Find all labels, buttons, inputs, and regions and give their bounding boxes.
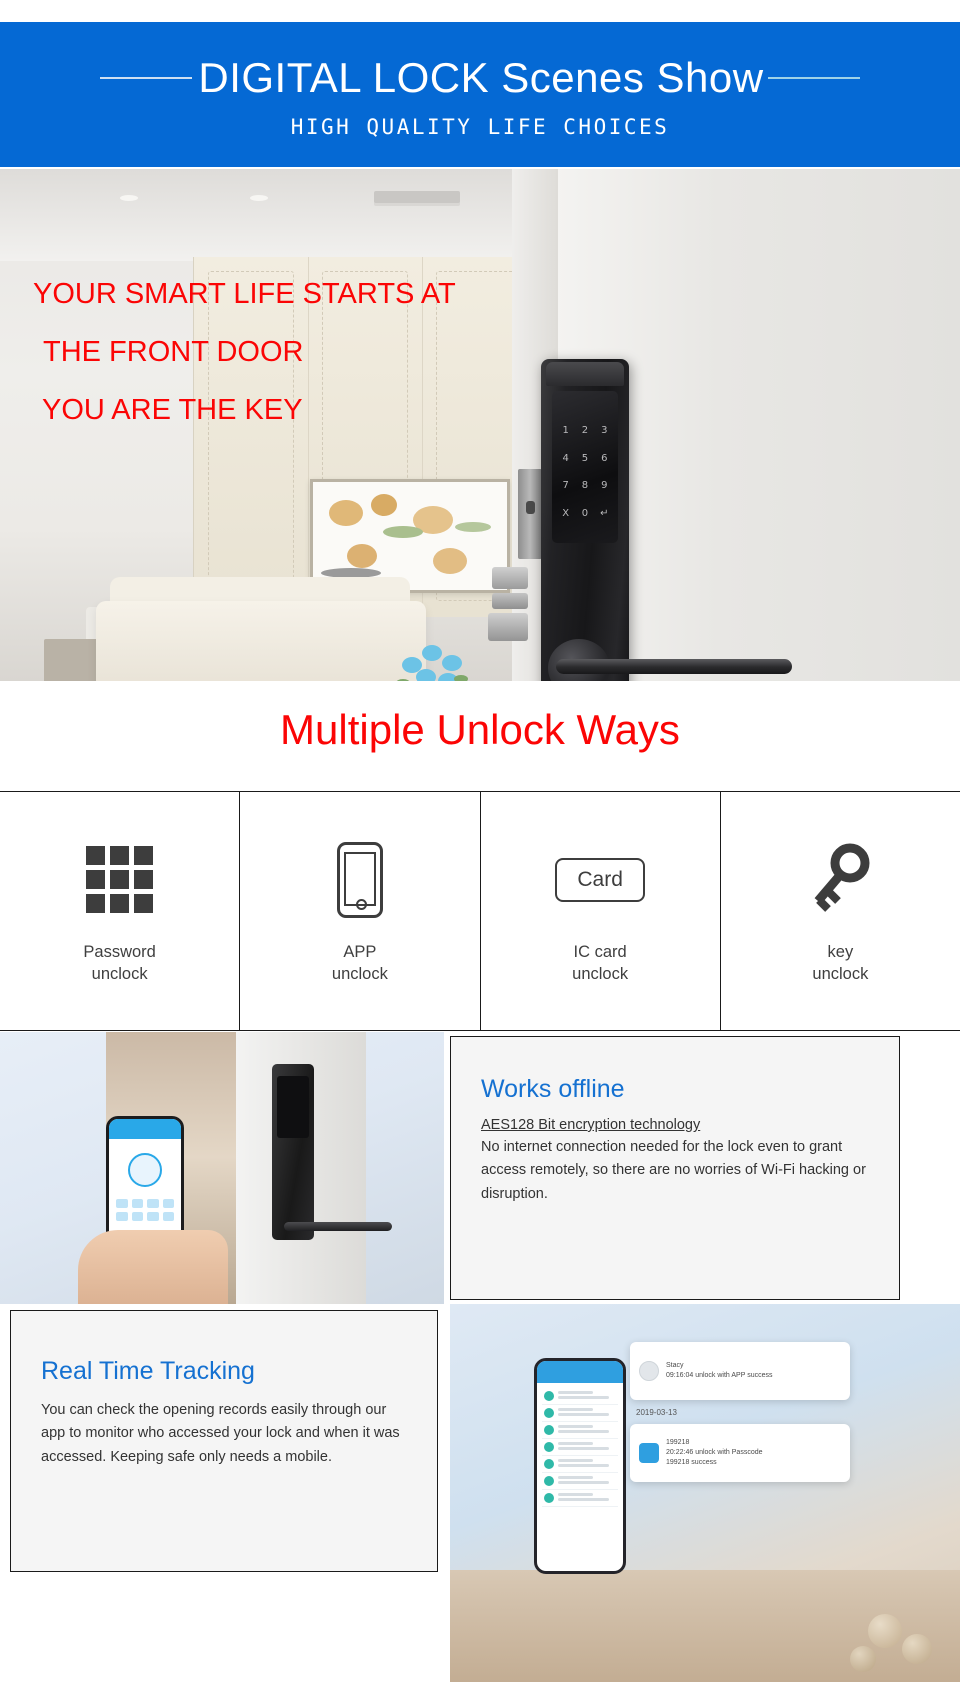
- unlock-way-app[interactable]: APP unclock: [240, 792, 481, 1030]
- ceiling: [0, 169, 556, 261]
- unlock-way-password[interactable]: Password unclock: [0, 792, 241, 1030]
- record-callout-text: 199218 20:22:46 unlock with Passcode 199…: [666, 1438, 763, 1468]
- passcode-icon: [639, 1443, 659, 1463]
- dead-bolt: [492, 567, 528, 589]
- unlock-way-label: APP unclock: [331, 942, 388, 983]
- user-avatar-icon: [639, 1361, 659, 1381]
- app-header-bar: [537, 1361, 623, 1383]
- keypad-key: 3: [601, 425, 608, 436]
- feature-heading: Real Time Tracking: [41, 1357, 255, 1385]
- feature-heading: Works offline: [481, 1075, 625, 1103]
- hero-room-scene: [0, 169, 556, 681]
- record-row: [542, 1490, 618, 1507]
- keypad-key: 5: [581, 452, 589, 464]
- record-row: [542, 1422, 618, 1439]
- records-list: [537, 1383, 623, 1507]
- keypad-grid-icon: [86, 837, 154, 923]
- feature-image-app-unlock: [0, 1032, 444, 1304]
- strike-plate-hole: [526, 501, 535, 514]
- keypad-key: 4: [562, 452, 569, 464]
- record-row: [542, 1473, 618, 1490]
- keypad-key: 8: [581, 480, 589, 491]
- record-user-name: Stacy: [666, 1361, 684, 1369]
- smartphone-icon: [336, 837, 383, 923]
- framed-artwork: [310, 479, 510, 593]
- keypad-key: X: [562, 507, 570, 519]
- record-passcode: 199218: [666, 1438, 690, 1446]
- unlock-way-label: Password unclock: [83, 942, 156, 983]
- section-title-multiple-unlock-ways: Multiple Unlock Ways: [280, 706, 680, 753]
- feature-body-text: You can check the opening records easily…: [41, 1402, 400, 1465]
- app-lock-button: [128, 1153, 162, 1187]
- keypad-key: 0: [581, 507, 589, 519]
- ic-card-icon-text: Card: [555, 857, 646, 902]
- ceiling-light: [120, 195, 138, 201]
- banner-rule-right: [767, 76, 860, 79]
- flower-bouquet: [392, 635, 478, 681]
- keypad-key: 7: [562, 480, 569, 491]
- keypad-key: 2: [581, 425, 589, 436]
- banner-subtitle: HIGH QUALITY LIFE CHOICES: [290, 114, 670, 139]
- lock-touch-panel: [277, 1076, 309, 1138]
- phone-records-screen: [534, 1358, 626, 1574]
- ceiling-light: [250, 195, 268, 201]
- key-icon: [810, 837, 870, 923]
- unlock-way-label: IC card unclock: [572, 942, 629, 983]
- banner-title-row: DIGITAL LOCK Scenes Show: [0, 53, 960, 101]
- hero-image: 1 2 3 4 5 6 7 8 9 X 0 ↵ YOUR SMART LIFE …: [0, 169, 960, 681]
- sofa: [96, 601, 426, 681]
- unlock-way-key[interactable]: key unclock: [721, 792, 960, 1030]
- decorative-ball: [868, 1614, 902, 1648]
- app-header-bar: [109, 1119, 181, 1139]
- lower-bolt: [488, 613, 528, 641]
- banner-rule-left: [100, 76, 193, 79]
- keypad-key: 1: [562, 425, 569, 436]
- keypad-key: 9: [601, 480, 608, 491]
- ceiling-vent-icon: [374, 191, 460, 203]
- record-callout-passcode-unlock: 199218 20:22:46 unlock with Passcode 199…: [630, 1424, 850, 1482]
- app-icon-grid: [116, 1199, 174, 1221]
- decorative-ball: [850, 1646, 876, 1672]
- unlock-way-label: key unclock: [812, 942, 869, 983]
- record-callout-text: Stacy 09:16:04 unlock with APP success: [666, 1361, 773, 1381]
- record-row: [542, 1439, 618, 1456]
- keypad-key: 6: [601, 452, 608, 464]
- unlock-way-ic-card[interactable]: Card IC card unclock: [481, 792, 721, 1030]
- lock-handle: [284, 1222, 392, 1231]
- banner-title: DIGITAL LOCK Scenes Show: [198, 53, 764, 101]
- feature-image-access-records: Stacy 09:16:04 unlock with APP success 2…: [450, 1304, 960, 1682]
- record-row: [542, 1405, 618, 1422]
- latch-bolt: [492, 593, 528, 609]
- feature-panel-works-offline: Works offline AES128 Bit encryption tech…: [450, 1036, 900, 1300]
- record-row: [542, 1456, 618, 1473]
- hand: [78, 1230, 228, 1304]
- record-date-divider: 2019-03-13: [636, 1408, 677, 1417]
- decorative-ball: [902, 1634, 932, 1664]
- unlock-ways-row: Password unclock APP unclock Card IC car…: [0, 791, 960, 1031]
- keypad-enter-key: ↵: [600, 507, 609, 519]
- feature-subheading: AES128 Bit encryption technology: [481, 1117, 701, 1133]
- smart-lock-keypad: 1 2 3 4 5 6 7 8 9 X 0 ↵: [556, 417, 614, 527]
- record-entry-text-2: 199218 success: [666, 1459, 717, 1467]
- ic-card-icon: Card: [555, 837, 646, 923]
- record-entry-text: 09:16:04 unlock with APP success: [666, 1372, 773, 1379]
- record-callout-app-unlock: Stacy 09:16:04 unlock with APP success: [630, 1342, 850, 1400]
- key-icon-svg: [814, 843, 870, 912]
- lock-door-handle: [556, 659, 792, 674]
- record-row: [542, 1388, 618, 1405]
- feature-panel-real-time-tracking: Real Time Tracking You can check the ope…: [10, 1310, 438, 1572]
- feature-body-text: No internet connection needed for the lo…: [481, 1139, 866, 1202]
- strike-plate: [518, 469, 542, 559]
- smart-lock-top-cap: [546, 362, 624, 386]
- page-header-banner: DIGITAL LOCK Scenes Show HIGH QUALITY LI…: [0, 22, 960, 167]
- record-entry-text: 20:22:46 unlock with Passcode: [666, 1448, 763, 1456]
